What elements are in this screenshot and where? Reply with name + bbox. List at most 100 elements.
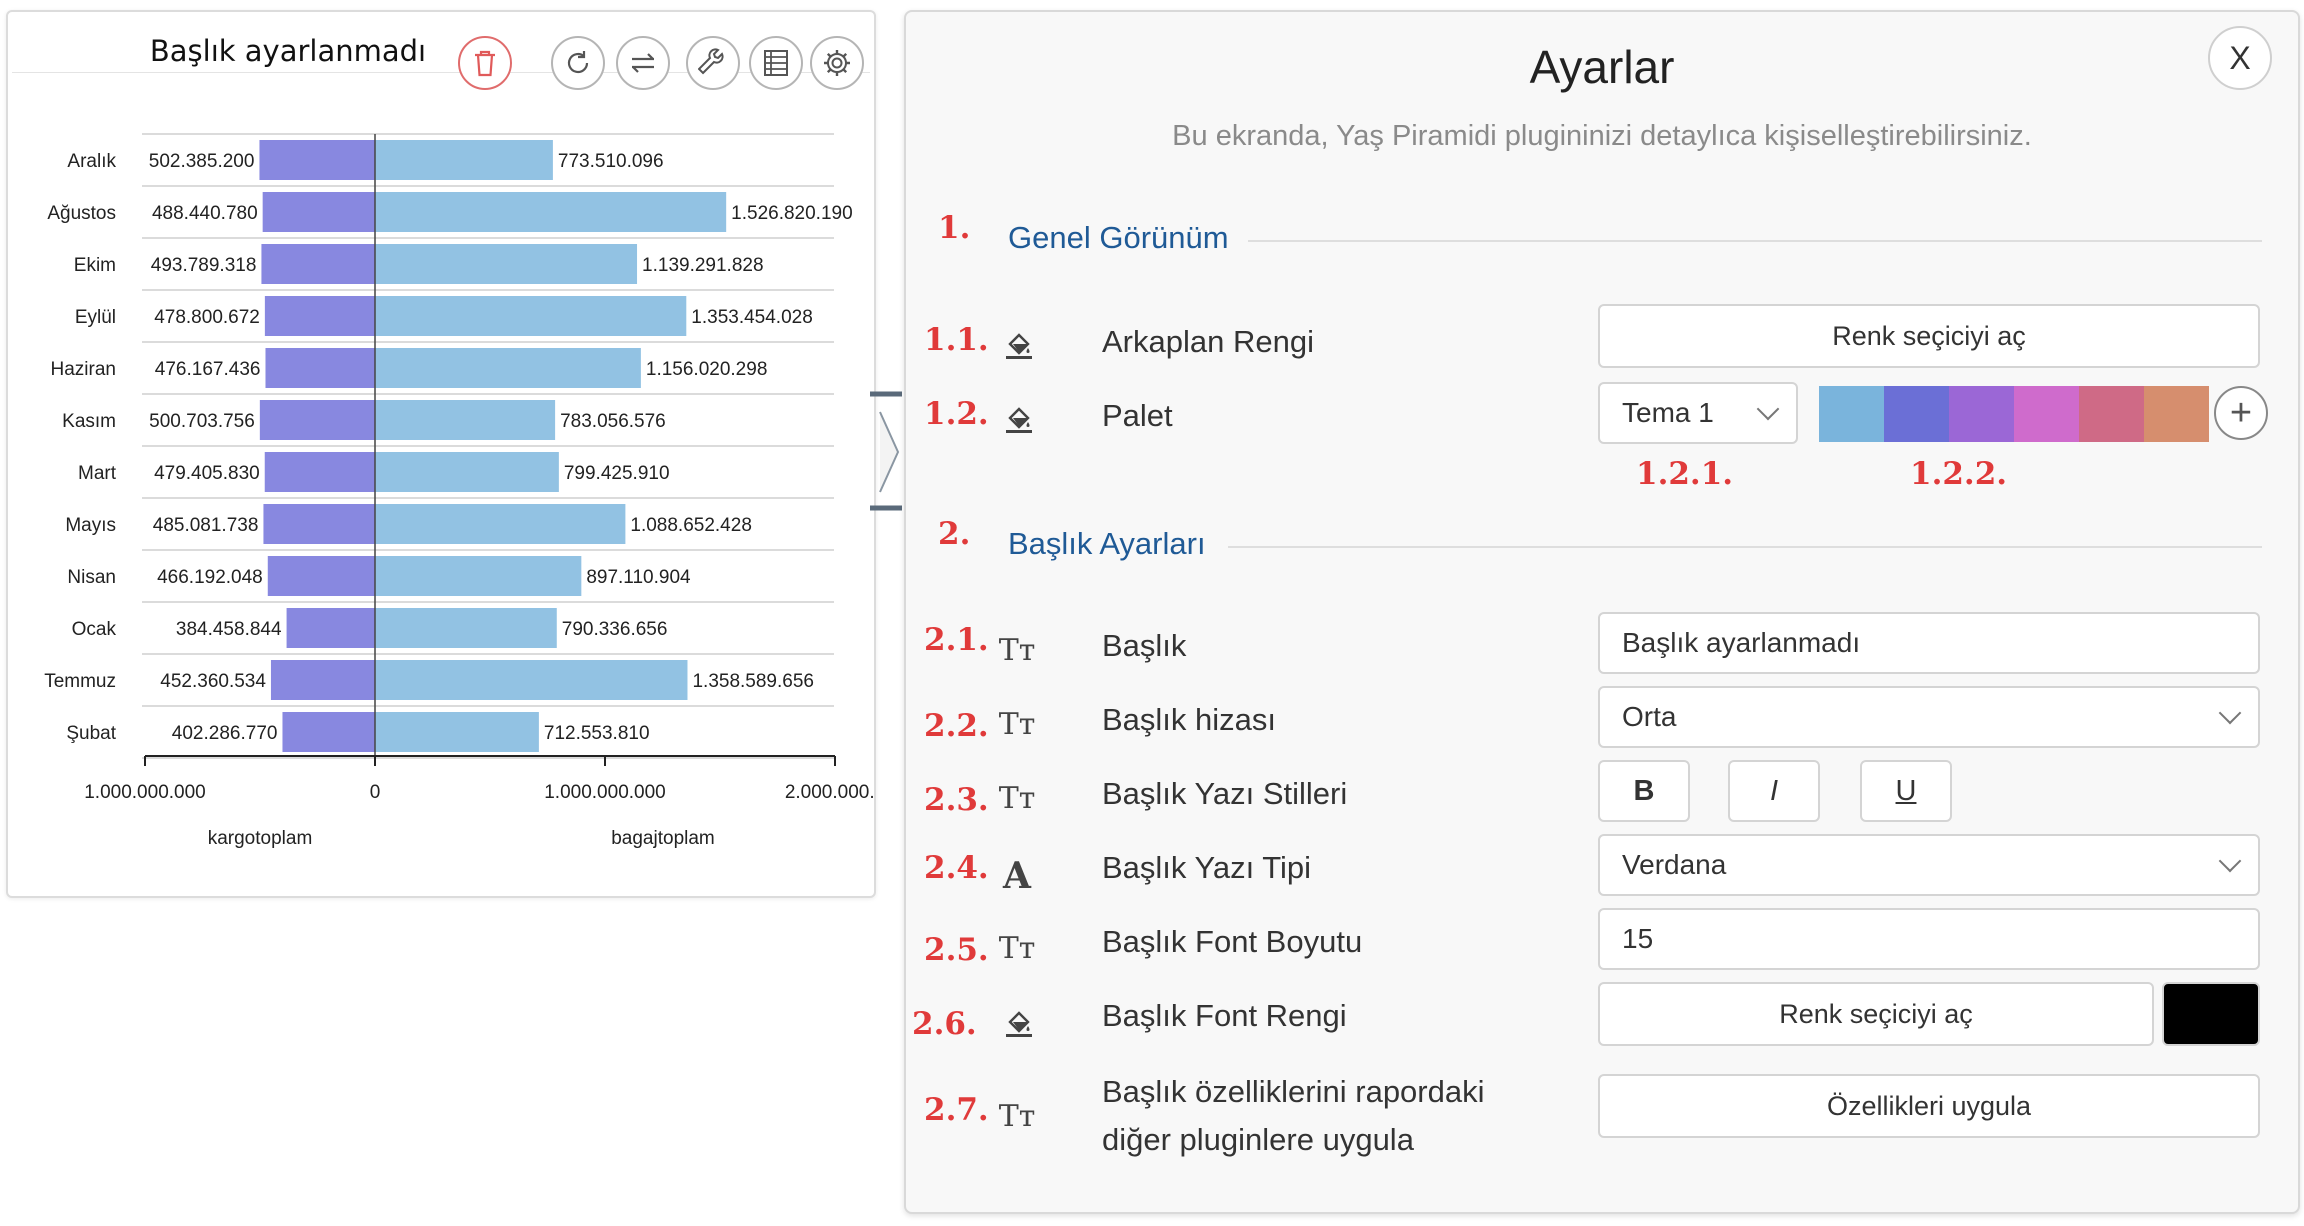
title-input[interactable]: Başlık ayarlanmadı [1598, 612, 2260, 674]
bold-button[interactable]: B [1598, 760, 1690, 822]
row-number: 1.2. [924, 396, 989, 432]
palette-swatch[interactable] [2144, 386, 2209, 442]
palette-swatch[interactable] [2014, 386, 2079, 442]
category-label: Ocak [72, 619, 117, 640]
bar-kargotoplam [263, 504, 375, 544]
title-font-select[interactable]: Verdana [1598, 834, 2260, 896]
data-label: 897.110.904 [586, 567, 691, 588]
data-label: 1.088.652.428 [630, 515, 752, 536]
x-tick-label: 2.000.000.0 [785, 782, 874, 803]
bar-bagajtoplam [375, 140, 553, 180]
bar-bagajtoplam [375, 556, 582, 596]
chevron-down-icon [2218, 849, 2242, 873]
x-tick-label: 1.000.000.000 [544, 782, 666, 803]
row-label-line-1: Başlık özelliklerini rapordaki [1102, 1074, 1485, 1109]
bar-kargotoplam [270, 660, 375, 700]
data-label: 485.081.738 [153, 515, 259, 536]
title-divider [12, 72, 870, 73]
settings-button[interactable] [810, 36, 864, 90]
section-number: 2. [938, 516, 971, 552]
x-tick-label: 0 [370, 782, 381, 803]
paint-bucket-icon [1002, 1004, 1036, 1040]
data-label: 712.553.810 [544, 723, 650, 744]
category-label: Temmuz [44, 671, 116, 692]
series-label-left: kargotoplam [208, 828, 313, 849]
italic-button[interactable]: I [1728, 760, 1820, 822]
data-label: 493.789.318 [151, 255, 257, 276]
bar-bagajtoplam [375, 660, 688, 700]
background-color-picker-button[interactable]: Renk seçiciyi aç [1598, 304, 2260, 368]
list-button[interactable] [749, 36, 803, 90]
category-label: Ekim [74, 255, 116, 276]
text-size-icon: Tт [998, 706, 1036, 742]
bar-kargotoplam [264, 296, 375, 336]
section-number: 1. [938, 210, 971, 246]
x-tick-label: 1.000.000.000 [84, 782, 206, 803]
bar-bagajtoplam [375, 192, 727, 232]
bar-kargotoplam [259, 400, 375, 440]
refresh-icon [567, 51, 589, 74]
data-label: 500.703.756 [149, 411, 255, 432]
bar-bagajtoplam [375, 504, 626, 544]
data-label: 402.286.770 [172, 723, 278, 744]
chevron-down-icon [2218, 701, 2242, 725]
row-number: 2.6. [912, 1006, 977, 1042]
palette-swatch[interactable] [1884, 386, 1949, 442]
apply-properties-button[interactable]: Özellikleri uygula [1598, 1074, 2260, 1138]
panel-subtitle: Bu ekranda, Yaş Piramidi plugininizi det… [1172, 120, 2032, 152]
text-size-icon: Tт [998, 930, 1036, 966]
panel-connector [870, 391, 902, 511]
section-divider [1228, 546, 2262, 548]
title-color-preview[interactable] [2162, 982, 2260, 1046]
text-size-icon: Tт [998, 632, 1036, 668]
bar-kargotoplam [259, 140, 375, 180]
section-title-general: Genel Görünüm [1008, 220, 1229, 255]
row-number: 2.5. [924, 932, 989, 968]
category-label: Haziran [51, 359, 116, 380]
row-label: Başlık Yazı Stilleri [1102, 776, 1348, 811]
wrench-button[interactable] [686, 36, 740, 90]
swap-button[interactable] [616, 36, 670, 90]
title-alignment-select[interactable]: Orta [1598, 686, 2260, 748]
section-divider [1248, 240, 2262, 242]
palette-theme-value: Tema 1 [1622, 397, 1714, 428]
trash-icon [475, 50, 495, 77]
wrench-icon [698, 48, 724, 75]
data-label: 773.510.096 [558, 151, 664, 172]
underline-button[interactable]: U [1860, 760, 1952, 822]
title-color-picker-button[interactable]: Renk seçiciyi aç [1598, 982, 2154, 1046]
chevron-down-icon [1756, 397, 1780, 421]
row-number: 2.1. [924, 622, 989, 658]
data-label: 488.440.780 [152, 203, 258, 224]
paint-bucket-icon [1002, 400, 1036, 436]
data-label: 476.167.436 [155, 359, 261, 380]
title-font-size-input[interactable]: 15 [1598, 908, 2260, 970]
palette-swatch[interactable] [2079, 386, 2144, 442]
text-size-icon: Tт [998, 1098, 1036, 1134]
category-label: Nisan [67, 567, 116, 588]
data-label: 384.458.844 [176, 619, 282, 640]
bar-kargotoplam [282, 712, 375, 752]
delete-button[interactable] [458, 36, 512, 90]
palette-theme-select[interactable]: Tema 1 [1598, 382, 1798, 444]
refresh-button[interactable] [551, 36, 605, 90]
bar-bagajtoplam [375, 348, 641, 388]
font-icon: A [1003, 855, 1031, 897]
row-number: 2.4. [924, 850, 989, 886]
bar-kargotoplam [267, 556, 375, 596]
close-button[interactable]: X [2208, 26, 2272, 90]
bar-bagajtoplam [375, 244, 638, 284]
data-label: 466.192.048 [157, 567, 263, 588]
data-label: 1.139.291.828 [642, 255, 764, 276]
pyramid-chart: Aralık 502.385.200 773.510.096 Ağustos 488.4… [44, 133, 874, 849]
text-size-icon: Tт [998, 780, 1036, 816]
data-label: 502.385.200 [149, 151, 255, 172]
bar-kargotoplam [261, 244, 375, 284]
row-number: 2.2. [924, 708, 989, 744]
data-label: 783.056.576 [560, 411, 666, 432]
data-label: 479.405.830 [154, 463, 260, 484]
palette-swatch[interactable] [1949, 386, 2014, 442]
palette-swatch[interactable] [1819, 386, 1884, 442]
section-title-heading: Başlık Ayarları [1008, 526, 1206, 561]
add-color-button[interactable]: + [2214, 386, 2268, 440]
